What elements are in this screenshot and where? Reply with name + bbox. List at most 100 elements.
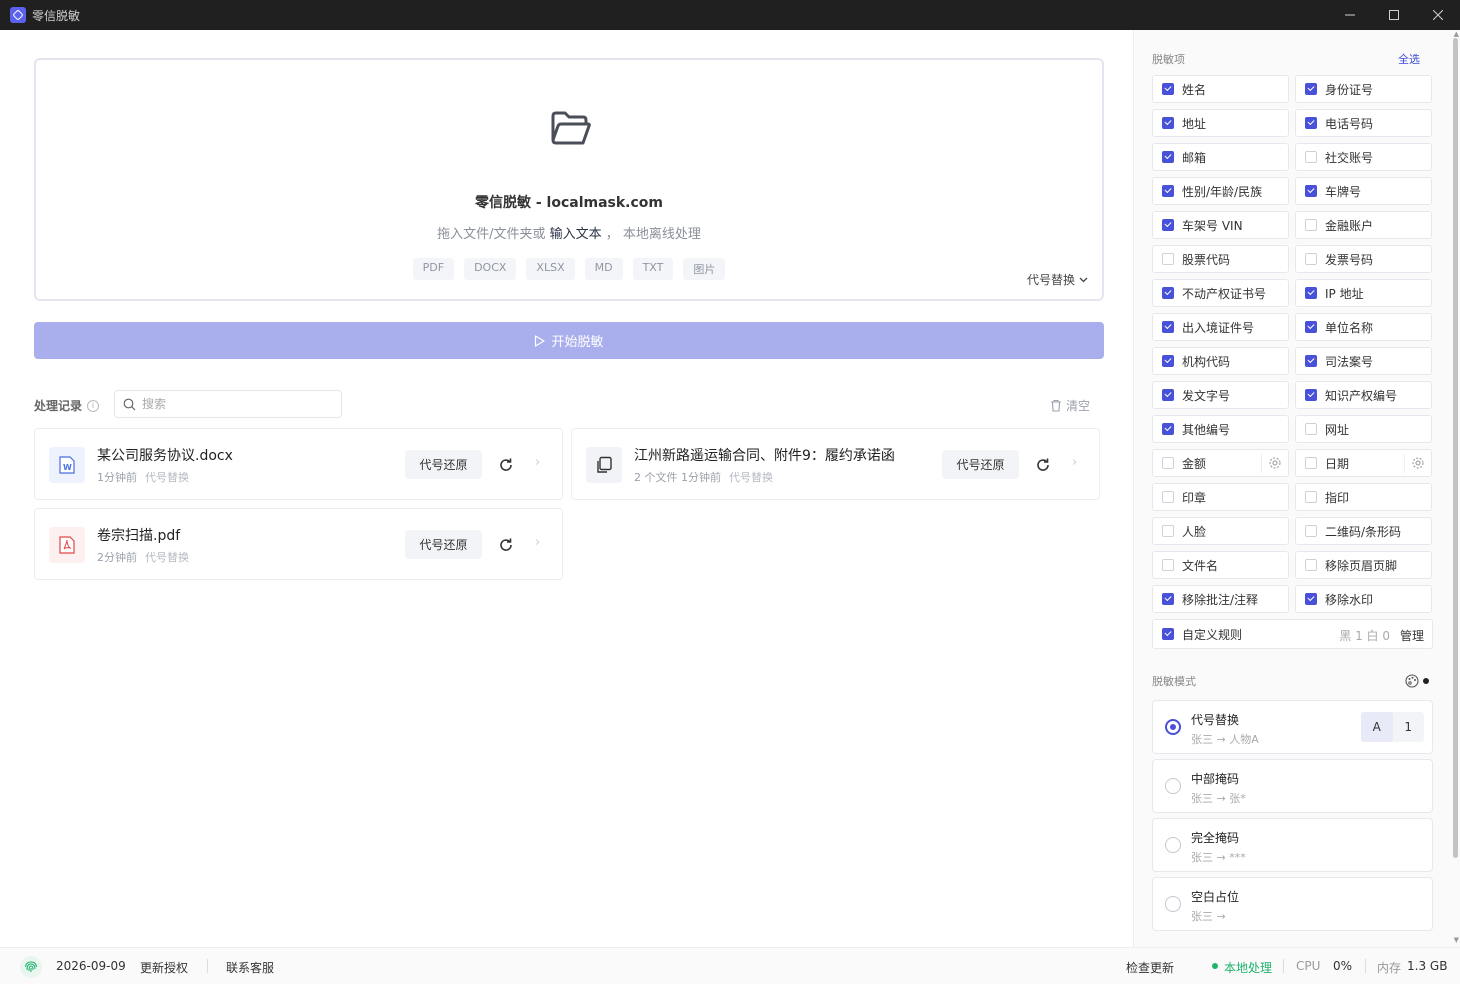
- close-button[interactable]: [1416, 0, 1460, 30]
- chevron-right-icon[interactable]: ›: [535, 535, 540, 550]
- mask-option-checkbox[interactable]: [1162, 253, 1174, 265]
- mask-option-checkbox[interactable]: [1305, 219, 1317, 231]
- check-update-link[interactable]: 检查更新: [1126, 959, 1174, 976]
- mask-option[interactable]: 车牌号: [1295, 177, 1432, 205]
- mask-option[interactable]: 文件名: [1152, 551, 1289, 579]
- mask-option[interactable]: 移除批注/注释: [1152, 585, 1289, 613]
- mask-option-checkbox[interactable]: [1305, 151, 1317, 163]
- mask-option[interactable]: IP 地址: [1295, 279, 1432, 307]
- mask-option[interactable]: 单位名称: [1295, 313, 1432, 341]
- mask-option-checkbox[interactable]: [1305, 559, 1317, 571]
- mask-option[interactable]: 网址: [1295, 415, 1432, 443]
- refresh-icon[interactable]: [497, 536, 515, 554]
- maximize-button[interactable]: [1372, 0, 1416, 30]
- mask-option-checkbox[interactable]: [1305, 287, 1317, 299]
- palette-icon[interactable]: [1405, 674, 1419, 688]
- mask-option-checkbox[interactable]: [1162, 457, 1174, 469]
- mask-option-checkbox[interactable]: [1305, 457, 1317, 469]
- mask-option[interactable]: 日期: [1295, 449, 1432, 477]
- mask-option-checkbox[interactable]: [1162, 287, 1174, 299]
- clear-records-button[interactable]: 清空: [1050, 397, 1090, 414]
- record-card-batch[interactable]: 江州新路遥运输合同、附件9：履约承诺函 2 个文件 1分钟前 代号替换 代号还原 …: [571, 428, 1100, 500]
- info-icon[interactable]: i: [87, 399, 100, 412]
- mode-radio[interactable]: [1165, 719, 1181, 735]
- refresh-icon[interactable]: [497, 456, 515, 474]
- mask-option[interactable]: 移除页眉页脚: [1295, 551, 1432, 579]
- mask-option[interactable]: 印章: [1152, 483, 1289, 511]
- mask-option-checkbox[interactable]: [1162, 117, 1174, 129]
- select-all-button[interactable]: 全选: [1398, 51, 1420, 67]
- alias-number-option[interactable]: 1: [1393, 712, 1425, 742]
- mask-option-checkbox[interactable]: [1162, 525, 1174, 537]
- mask-option[interactable]: 邮箱: [1152, 143, 1289, 171]
- mask-option[interactable]: 发票号码: [1295, 245, 1432, 273]
- mask-option[interactable]: 姓名: [1152, 75, 1289, 103]
- file-dropzone[interactable]: 零信脱敏 - localmask.com 拖入文件/文件夹或 输入文本 ， 本地…: [34, 58, 1104, 301]
- manage-rules-button[interactable]: 管理: [1400, 627, 1424, 644]
- mask-option-checkbox[interactable]: [1162, 185, 1174, 197]
- mask-option[interactable]: 电话号码: [1295, 109, 1432, 137]
- mask-option-checkbox[interactable]: [1162, 321, 1174, 333]
- restore-button[interactable]: 代号还原: [942, 450, 1019, 479]
- mask-option-checkbox[interactable]: [1162, 423, 1174, 435]
- chevron-right-icon[interactable]: ›: [535, 455, 540, 470]
- mask-option[interactable]: 社交账号: [1295, 143, 1432, 171]
- scroll-down-arrow[interactable]: ▼: [1454, 936, 1459, 944]
- mask-option-checkbox[interactable]: [1305, 185, 1317, 197]
- side-scrollbar[interactable]: [1453, 38, 1458, 858]
- mode-dropdown[interactable]: 代号替换: [1027, 271, 1088, 288]
- mask-option[interactable]: 身份证号: [1295, 75, 1432, 103]
- mask-option-checkbox[interactable]: [1305, 593, 1317, 605]
- alias-style-toggle[interactable]: A 1: [1361, 712, 1424, 742]
- mask-option-checkbox[interactable]: [1162, 593, 1174, 605]
- mask-option-checkbox[interactable]: [1162, 389, 1174, 401]
- record-card-pdf[interactable]: 卷宗扫描.pdf 2分钟前 代号替换 代号还原 ›: [34, 508, 563, 580]
- mask-option-checkbox[interactable]: [1162, 491, 1174, 503]
- input-text-link[interactable]: 输入文本: [550, 227, 602, 242]
- mask-option[interactable]: 金额: [1152, 449, 1289, 477]
- custom-rule-option[interactable]: 自定义规则 黑 1 白 0 管理: [1152, 619, 1433, 649]
- restore-button[interactable]: 代号还原: [405, 530, 482, 559]
- minimize-button[interactable]: [1328, 0, 1372, 30]
- fingerprint-icon[interactable]: [20, 956, 42, 978]
- contact-support-link[interactable]: 联系客服: [226, 959, 274, 976]
- mask-option-checkbox[interactable]: [1305, 321, 1317, 333]
- mask-option-checkbox[interactable]: [1305, 355, 1317, 367]
- search-box[interactable]: [114, 390, 342, 418]
- custom-rule-checkbox[interactable]: [1162, 628, 1174, 640]
- mask-option[interactable]: 移除水印: [1295, 585, 1432, 613]
- alias-letter-option[interactable]: A: [1361, 712, 1393, 742]
- mask-option[interactable]: 其他编号: [1152, 415, 1289, 443]
- mask-option[interactable]: 司法案号: [1295, 347, 1432, 375]
- mask-option[interactable]: 车架号 VIN: [1152, 211, 1289, 239]
- restore-button[interactable]: 代号还原: [405, 450, 482, 479]
- mode-option-blank[interactable]: 空白占位 张三 →: [1152, 877, 1433, 931]
- chevron-right-icon[interactable]: ›: [1072, 455, 1077, 470]
- mode-radio[interactable]: [1165, 778, 1181, 794]
- mask-option[interactable]: 指印: [1295, 483, 1432, 511]
- mask-option-checkbox[interactable]: [1305, 423, 1317, 435]
- refresh-icon[interactable]: [1034, 456, 1052, 474]
- mask-option-checkbox[interactable]: [1162, 559, 1174, 571]
- mode-option-middle-mask[interactable]: 中部掩码 张三 → 张*: [1152, 759, 1433, 813]
- mask-option-checkbox[interactable]: [1305, 525, 1317, 537]
- record-card-docx[interactable]: W 某公司服务协议.docx 1分钟前 代号替换 代号还原 ›: [34, 428, 563, 500]
- gear-icon[interactable]: [1268, 456, 1282, 470]
- mask-option-checkbox[interactable]: [1162, 355, 1174, 367]
- mask-option-checkbox[interactable]: [1305, 253, 1317, 265]
- search-input[interactable]: [142, 397, 322, 411]
- mask-option[interactable]: 股票代码: [1152, 245, 1289, 273]
- mask-option[interactable]: 性别/年龄/民族: [1152, 177, 1289, 205]
- mask-option-checkbox[interactable]: [1162, 219, 1174, 231]
- mask-option[interactable]: 地址: [1152, 109, 1289, 137]
- mode-radio[interactable]: [1165, 837, 1181, 853]
- start-masking-button[interactable]: 开始脱敏: [34, 322, 1104, 359]
- mode-option-full-mask[interactable]: 完全掩码 张三 → ***: [1152, 818, 1433, 872]
- mask-option[interactable]: 二维码/条形码: [1295, 517, 1432, 545]
- mask-option[interactable]: 人脸: [1152, 517, 1289, 545]
- mask-option-checkbox[interactable]: [1305, 83, 1317, 95]
- mask-option[interactable]: 不动产权证书号: [1152, 279, 1289, 307]
- mask-option[interactable]: 金融账户: [1295, 211, 1432, 239]
- gear-icon[interactable]: [1411, 456, 1425, 470]
- renew-license-link[interactable]: 更新授权: [140, 959, 188, 976]
